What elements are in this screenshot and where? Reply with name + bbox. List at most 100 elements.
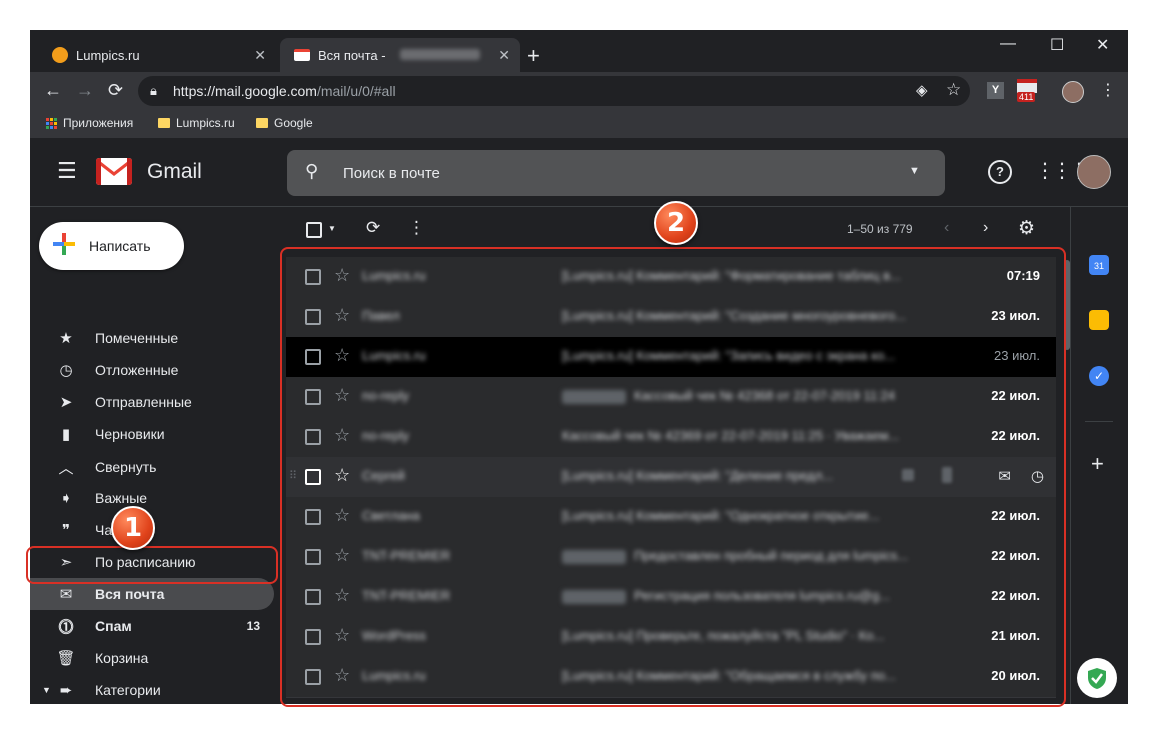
settings-gear-icon[interactable]: ⚙ — [1018, 217, 1035, 240]
lumpics-favicon-icon — [52, 47, 68, 63]
hamburger-menu-icon[interactable]: ☰ — [57, 158, 77, 184]
send-icon: ➤ — [59, 394, 73, 411]
lock-icon: 🔒︎ — [150, 83, 157, 98]
keep-icon[interactable] — [1089, 310, 1109, 330]
mail-icon: ✉ — [59, 586, 73, 603]
browser-menu-icon[interactable]: ⋮ — [1100, 80, 1116, 100]
clock-icon: ◷ — [59, 362, 73, 379]
highlight-box-all-mail — [26, 546, 278, 584]
help-icon[interactable]: ? — [988, 160, 1012, 184]
folder-icon — [158, 118, 170, 128]
eye-icon[interactable]: ◈ — [916, 81, 928, 99]
search-icon[interactable]: ⚲ — [305, 161, 318, 182]
apps-grid-icon — [46, 117, 57, 129]
tasks-icon[interactable]: ✓ — [1089, 366, 1109, 386]
gmail-logo-icon — [96, 158, 132, 185]
bookmark-google[interactable]: Google — [256, 116, 313, 130]
prev-page-icon[interactable]: ‹ — [944, 219, 949, 237]
nav-snoozed[interactable]: ◷ Отложенные — [30, 354, 274, 386]
mail-count-badge: 411 — [1017, 92, 1036, 102]
nav-label: Черновики — [95, 426, 165, 442]
search-options-dropdown-icon[interactable]: ▼ — [909, 165, 920, 177]
y-extension-icon[interactable]: Y — [987, 82, 1004, 99]
compose-label: Написать — [89, 238, 151, 254]
nav-drafts[interactable]: ▮ Черновики — [30, 418, 274, 450]
account-avatar[interactable] — [1077, 155, 1111, 189]
bookmark-lumpics[interactable]: Lumpics.ru — [158, 116, 235, 130]
highlight-box-mail-list — [280, 247, 1066, 707]
gmail-logo-text: Gmail — [147, 160, 202, 183]
panel-divider — [1085, 421, 1113, 422]
back-arrow-icon[interactable]: ← — [44, 80, 62, 101]
star-icon: ★ — [59, 330, 73, 347]
next-page-icon[interactable]: › — [983, 219, 988, 237]
chevron-up-icon: ︿ — [58, 459, 74, 477]
nav-label: Отправленные — [95, 394, 192, 410]
compose-plus-icon — [53, 231, 75, 261]
reload-icon[interactable]: ⟳ — [108, 80, 123, 101]
mail-extension-icon[interactable]: 411 — [1017, 79, 1039, 103]
nav-label: Спам — [95, 618, 132, 634]
spam-count: 13 — [246, 619, 260, 633]
nav-label: Свернуть — [95, 459, 157, 475]
new-tab-button[interactable]: + — [527, 43, 540, 69]
more-actions-icon[interactable]: ⋮ — [408, 218, 425, 238]
expand-arrow-icon[interactable]: ▼ — [42, 685, 51, 695]
search-input[interactable]: Поиск в почте — [343, 165, 440, 182]
tab-strip: Lumpics.ru ✕ Вся почта - ✕ + — ☐ ✕ — [30, 30, 1128, 72]
url-path: /mail/u/0/#all — [316, 83, 396, 99]
bookmarks-bar: Приложения Lumpics.ru Google — [30, 110, 1128, 138]
select-dropdown-icon[interactable]: ▼ — [328, 224, 336, 233]
gmail-favicon-icon — [294, 49, 310, 61]
nav-important[interactable]: ➧ Важные — [30, 482, 274, 514]
minimize-button[interactable]: — — [1000, 35, 1016, 53]
nav-label: Важные — [95, 490, 148, 506]
nav-label: Корзина — [95, 650, 149, 666]
bookmark-apps[interactable]: Приложения — [46, 116, 133, 130]
nav-label: Отложенные — [95, 362, 179, 378]
tab-gmail[interactable]: Вся почта - ✕ — [280, 38, 520, 72]
spam-icon: ⓵ — [58, 618, 74, 636]
calendar-icon[interactable]: 31 — [1089, 255, 1109, 275]
bookmark-label: Lumpics.ru — [176, 116, 235, 130]
refresh-icon[interactable]: ⟳ — [366, 218, 380, 238]
annotation-bubble-2: 2 — [654, 201, 698, 245]
draft-icon: ▮ — [61, 426, 71, 443]
bookmark-label: Приложения — [63, 116, 134, 130]
gmail-sidebar: Написать ★ Помеченные ◷ Отложенные ➤ Отправ… — [30, 207, 278, 704]
shield-extension-button[interactable] — [1077, 658, 1117, 698]
tab-lumpics[interactable]: Lumpics.ru ✕ — [38, 38, 276, 72]
nav-starred[interactable]: ★ Помеченные — [30, 322, 274, 354]
shield-icon — [1088, 668, 1106, 689]
search-bar[interactable]: ⚲ Поиск в почте ▼ — [287, 150, 945, 196]
select-all-checkbox[interactable] — [306, 222, 322, 238]
chat-icon: ❞ — [61, 522, 71, 539]
close-tab-icon[interactable]: ✕ — [498, 47, 510, 64]
bookmark-star-icon[interactable]: ☆ — [946, 80, 961, 100]
maximize-button[interactable]: ☐ — [1050, 35, 1064, 55]
nav-sent[interactable]: ➤ Отправленные — [30, 386, 274, 418]
tab-email-redacted — [400, 49, 480, 60]
nav-spam[interactable]: ⓵ Спам 13 — [30, 610, 274, 642]
folder-icon — [256, 118, 268, 128]
gmail-header: ☰ Gmail ⚲ Поиск в почте ▼ ? ⋮⋮⋮ — [30, 138, 1128, 207]
nav-trash[interactable]: 🗑︎ Корзина — [30, 642, 274, 674]
nav-label: Помеченные — [95, 330, 179, 346]
label-icon: ➨ — [59, 682, 73, 699]
annotation-bubble-1: 1 — [111, 506, 155, 550]
browser-toolbar: ← → ⟳ 🔒︎ https://mail.google.com/mail/u/… — [30, 72, 1128, 110]
profile-avatar[interactable] — [1062, 81, 1084, 103]
trash-icon: 🗑︎ — [56, 650, 76, 667]
bookmark-label: Google — [274, 116, 313, 130]
close-tab-icon[interactable]: ✕ — [254, 47, 266, 64]
add-addon-icon[interactable]: + — [1091, 451, 1104, 477]
nav-categories[interactable]: ▼ ➨ Категории — [30, 674, 274, 704]
nav-collapse[interactable]: ︿ Свернуть — [30, 451, 274, 483]
address-bar[interactable]: 🔒︎ https://mail.google.com/mail/u/0/#all… — [138, 76, 970, 106]
important-icon: ➧ — [59, 490, 73, 507]
close-window-button[interactable]: ✕ — [1096, 35, 1109, 55]
pagination-text: 1–50 из 779 — [847, 222, 913, 236]
forward-arrow-icon[interactable]: → — [76, 80, 94, 101]
compose-button[interactable]: Написать — [39, 222, 184, 270]
nav-label: Категории — [95, 682, 161, 698]
